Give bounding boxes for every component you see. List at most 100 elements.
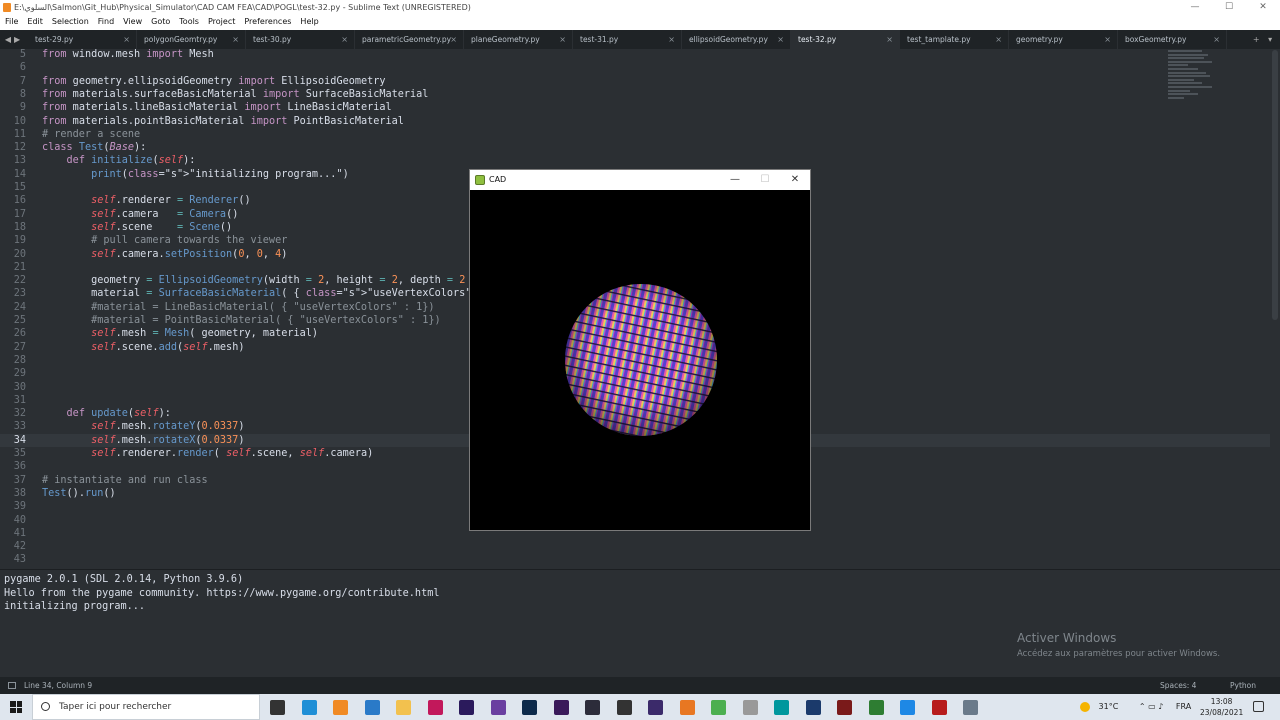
- menu-goto[interactable]: Goto: [151, 15, 170, 30]
- photoshop-icon[interactable]: [522, 700, 537, 715]
- render-canvas[interactable]: [470, 190, 810, 530]
- indentation-setting[interactable]: Spaces: 4: [1160, 677, 1196, 694]
- obs-icon[interactable]: [585, 700, 600, 715]
- menu-project[interactable]: Project: [208, 15, 235, 30]
- tab-close-icon[interactable]: ×: [450, 30, 457, 49]
- menu-help[interactable]: Help: [300, 15, 318, 30]
- blender-icon[interactable]: [616, 700, 632, 715]
- code-line[interactable]: 6: [0, 61, 1270, 74]
- code-line[interactable]: 43: [0, 553, 1270, 566]
- tab-close-icon[interactable]: ×: [123, 30, 130, 49]
- tab-test-30-py[interactable]: test-30.py ×: [246, 30, 355, 49]
- watermark-subtitle: Accédez aux paramètres pour activer Wind…: [1017, 649, 1221, 659]
- chrome-icon[interactable]: [711, 700, 726, 715]
- tab-close-icon[interactable]: ×: [559, 30, 566, 49]
- menu-file[interactable]: File: [5, 15, 18, 30]
- grapher-icon[interactable]: [868, 700, 884, 715]
- console-line: Hello from the pygame community. https:/…: [4, 587, 440, 599]
- code-line[interactable]: 13 def initialize(self):: [0, 154, 1270, 167]
- tab-ellipsoidgeometry-py[interactable]: ellipsoidGeometry.py ×: [682, 30, 791, 49]
- panel-toggle-icon[interactable]: [8, 682, 16, 689]
- tab-parametricgeometry-py[interactable]: parametricGeometry.py ×: [355, 30, 464, 49]
- tab-test-32-py[interactable]: test-32.py ×: [791, 30, 900, 49]
- code-line[interactable]: 5 from window.mesh import Mesh: [0, 49, 1270, 61]
- tab-nav-arrows-icon[interactable]: ◀▶: [0, 30, 28, 49]
- maximize-button[interactable]: ☐: [1212, 0, 1246, 15]
- jetbrains-icon[interactable]: [837, 700, 852, 715]
- tab-planegeometry-py[interactable]: planeGeometry.py ×: [464, 30, 573, 49]
- vpn-icon[interactable]: [900, 700, 915, 715]
- word-icon[interactable]: [742, 700, 758, 715]
- menu-edit[interactable]: Edit: [27, 15, 43, 30]
- minimap[interactable]: [1168, 50, 1228, 110]
- menu-selection[interactable]: Selection: [52, 15, 89, 30]
- weather-icon[interactable]: [1080, 701, 1090, 712]
- cad-maximize-button[interactable]: ☐: [750, 170, 780, 190]
- tab-close-icon[interactable]: ×: [341, 30, 348, 49]
- cad-minimize-button[interactable]: —: [720, 170, 750, 190]
- tab-test-tamplate-py[interactable]: test_tamplate.py ×: [900, 30, 1009, 49]
- tab-test-29-py[interactable]: test-29.py ×: [28, 30, 137, 49]
- tab-close-icon[interactable]: ×: [995, 30, 1002, 49]
- tab-close-icon[interactable]: ×: [1213, 30, 1220, 49]
- language-indicator[interactable]: FRA: [1176, 702, 1191, 711]
- sublime-icon[interactable]: [333, 700, 348, 715]
- cad-titlebar: CAD — ☐ ✕: [470, 170, 810, 190]
- tab-polygongeomtry-py[interactable]: polygonGeomtry.py ×: [137, 30, 246, 49]
- java-icon[interactable]: [679, 700, 695, 715]
- taskbar-clock[interactable]: 13:08 23/08/2021: [1200, 696, 1243, 718]
- tab-close-icon[interactable]: ×: [777, 30, 784, 49]
- cad-close-button[interactable]: ✕: [780, 170, 810, 190]
- pygame-icon[interactable]: [963, 700, 978, 715]
- tab-close-icon[interactable]: ×: [886, 30, 893, 49]
- code-line[interactable]: 7 from geometry.ellipsoidGeometry import …: [0, 75, 1270, 88]
- code-line[interactable]: 11 # render a scene: [0, 128, 1270, 141]
- premiere-icon[interactable]: [553, 700, 569, 715]
- code-line[interactable]: 8 from materials.surfaceBasicMaterial imp…: [0, 88, 1270, 101]
- code-text: class Test(Base):: [42, 142, 147, 154]
- edge-icon[interactable]: [301, 700, 317, 715]
- code-line[interactable]: 42: [0, 540, 1270, 553]
- line-number: 41: [13, 527, 26, 539]
- task-view-icon[interactable]: [270, 700, 285, 715]
- tab-close-icon[interactable]: ×: [232, 30, 239, 49]
- visual-studio-icon[interactable]: [490, 700, 506, 715]
- cad-window-title: CAD: [489, 175, 507, 184]
- menu-find[interactable]: Find: [98, 15, 114, 30]
- line-number: 32: [13, 408, 26, 420]
- taskbar-search-box[interactable]: Taper ici pour rechercher: [32, 694, 260, 720]
- code-line[interactable]: 9 from materials.lineBasicMaterial import…: [0, 101, 1270, 114]
- menu-view[interactable]: View: [123, 15, 142, 30]
- syntax-selector[interactable]: Python: [1230, 677, 1256, 694]
- windows-start-icon[interactable]: [10, 701, 22, 713]
- tab-close-icon[interactable]: ×: [668, 30, 675, 49]
- tab-boxgeometry-py[interactable]: boxGeometry.py ×: [1118, 30, 1227, 49]
- tab-controls-icon[interactable]: + ▾: [1248, 30, 1280, 49]
- tab-bar: ◀▶ test-29.py × polygonGeomtry.py × test-30.…: [0, 30, 1280, 49]
- notification-icon[interactable]: [1253, 701, 1264, 712]
- eclipse-icon[interactable]: [648, 700, 663, 715]
- explorer-icon[interactable]: [396, 700, 411, 715]
- vscode-icon[interactable]: [364, 700, 380, 715]
- code-line[interactable]: 12 class Test(Base):: [0, 141, 1270, 154]
- minimize-button[interactable]: —: [1178, 0, 1212, 15]
- code-line[interactable]: 10 from materials.pointBasicMaterial impo…: [0, 115, 1270, 128]
- tab-close-icon[interactable]: ×: [1104, 30, 1111, 49]
- arduino-icon[interactable]: [774, 700, 789, 715]
- line-number: 6: [19, 62, 26, 74]
- tray-icons[interactable]: ⌃ ▭ ♪: [1139, 702, 1163, 711]
- menu-tools[interactable]: Tools: [179, 15, 199, 30]
- steam-icon[interactable]: [805, 700, 821, 715]
- intellij-icon[interactable]: [427, 700, 443, 715]
- mask-icon[interactable]: [931, 700, 947, 715]
- editor-scrollbar[interactable]: [1272, 50, 1278, 320]
- after-effects-icon[interactable]: [459, 700, 474, 715]
- menu-preferences[interactable]: Preferences: [244, 15, 291, 30]
- status-bar: Line 34, Column 9 Spaces: 4 Python: [0, 677, 1280, 694]
- tab-geometry-py[interactable]: geometry.py ×: [1009, 30, 1118, 49]
- line-number: 25: [13, 315, 26, 326]
- close-button[interactable]: ✕: [1246, 0, 1280, 15]
- tab-test-31-py[interactable]: test-31.py ×: [573, 30, 682, 49]
- weather-temp[interactable]: 31°C: [1099, 702, 1119, 711]
- line-number: 30: [13, 381, 26, 393]
